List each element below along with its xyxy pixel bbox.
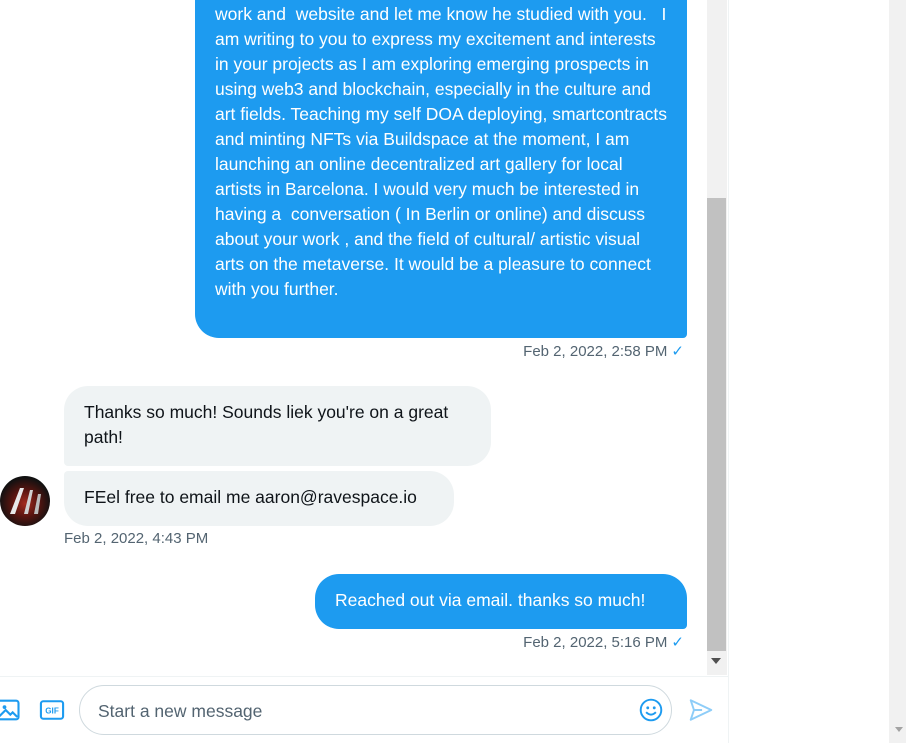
message-thread[interactable]: work and website and let me know he stud… <box>0 0 707 675</box>
image-icon <box>0 699 20 721</box>
page-scrollbar[interactable] <box>889 0 906 743</box>
send-icon <box>689 699 713 721</box>
message-input[interactable] <box>96 697 620 725</box>
message-timestamp: Feb 2, 2022, 2:58 PM ✓ <box>523 342 684 360</box>
emoji-icon <box>639 698 663 722</box>
right-pane <box>729 0 889 743</box>
media-button[interactable] <box>0 696 22 724</box>
page-scroll-down-icon[interactable] <box>895 727 903 732</box>
gif-label: GIF <box>45 707 59 716</box>
timestamp-text: Feb 2, 2022, 2:58 PM <box>523 343 668 360</box>
conversation-panel: work and website and let me know he stud… <box>0 0 729 744</box>
avatar-logo-icon <box>10 488 41 514</box>
received-message-bubble[interactable]: Thanks so much! Sounds liek you're on a … <box>64 386 491 466</box>
send-button[interactable] <box>688 697 716 725</box>
read-check-icon: ✓ <box>671 343 684 360</box>
gif-button[interactable]: GIF <box>38 696 66 724</box>
sent-message-bubble[interactable]: Reached out via email. thanks so much! <box>315 574 687 629</box>
gif-icon: GIF <box>39 700 65 720</box>
message-timestamp: Feb 2, 2022, 5:16 PM ✓ <box>523 633 684 651</box>
sent-message-bubble[interactable]: work and website and let me know he stud… <box>195 0 687 338</box>
avatar[interactable] <box>0 476 50 526</box>
scroll-down-arrow-icon[interactable] <box>711 658 721 664</box>
received-message-bubble[interactable]: FEel free to email me aaron@ravespace.io <box>64 471 454 526</box>
timestamp-text: Feb 2, 2022, 5:16 PM <box>523 634 668 651</box>
emoji-button[interactable] <box>638 697 666 725</box>
message-timestamp: Feb 2, 2022, 4:43 PM <box>64 530 209 547</box>
thread-scrollbar-thumb[interactable] <box>707 198 726 651</box>
message-input-container[interactable] <box>79 685 672 735</box>
read-check-icon: ✓ <box>671 634 684 651</box>
